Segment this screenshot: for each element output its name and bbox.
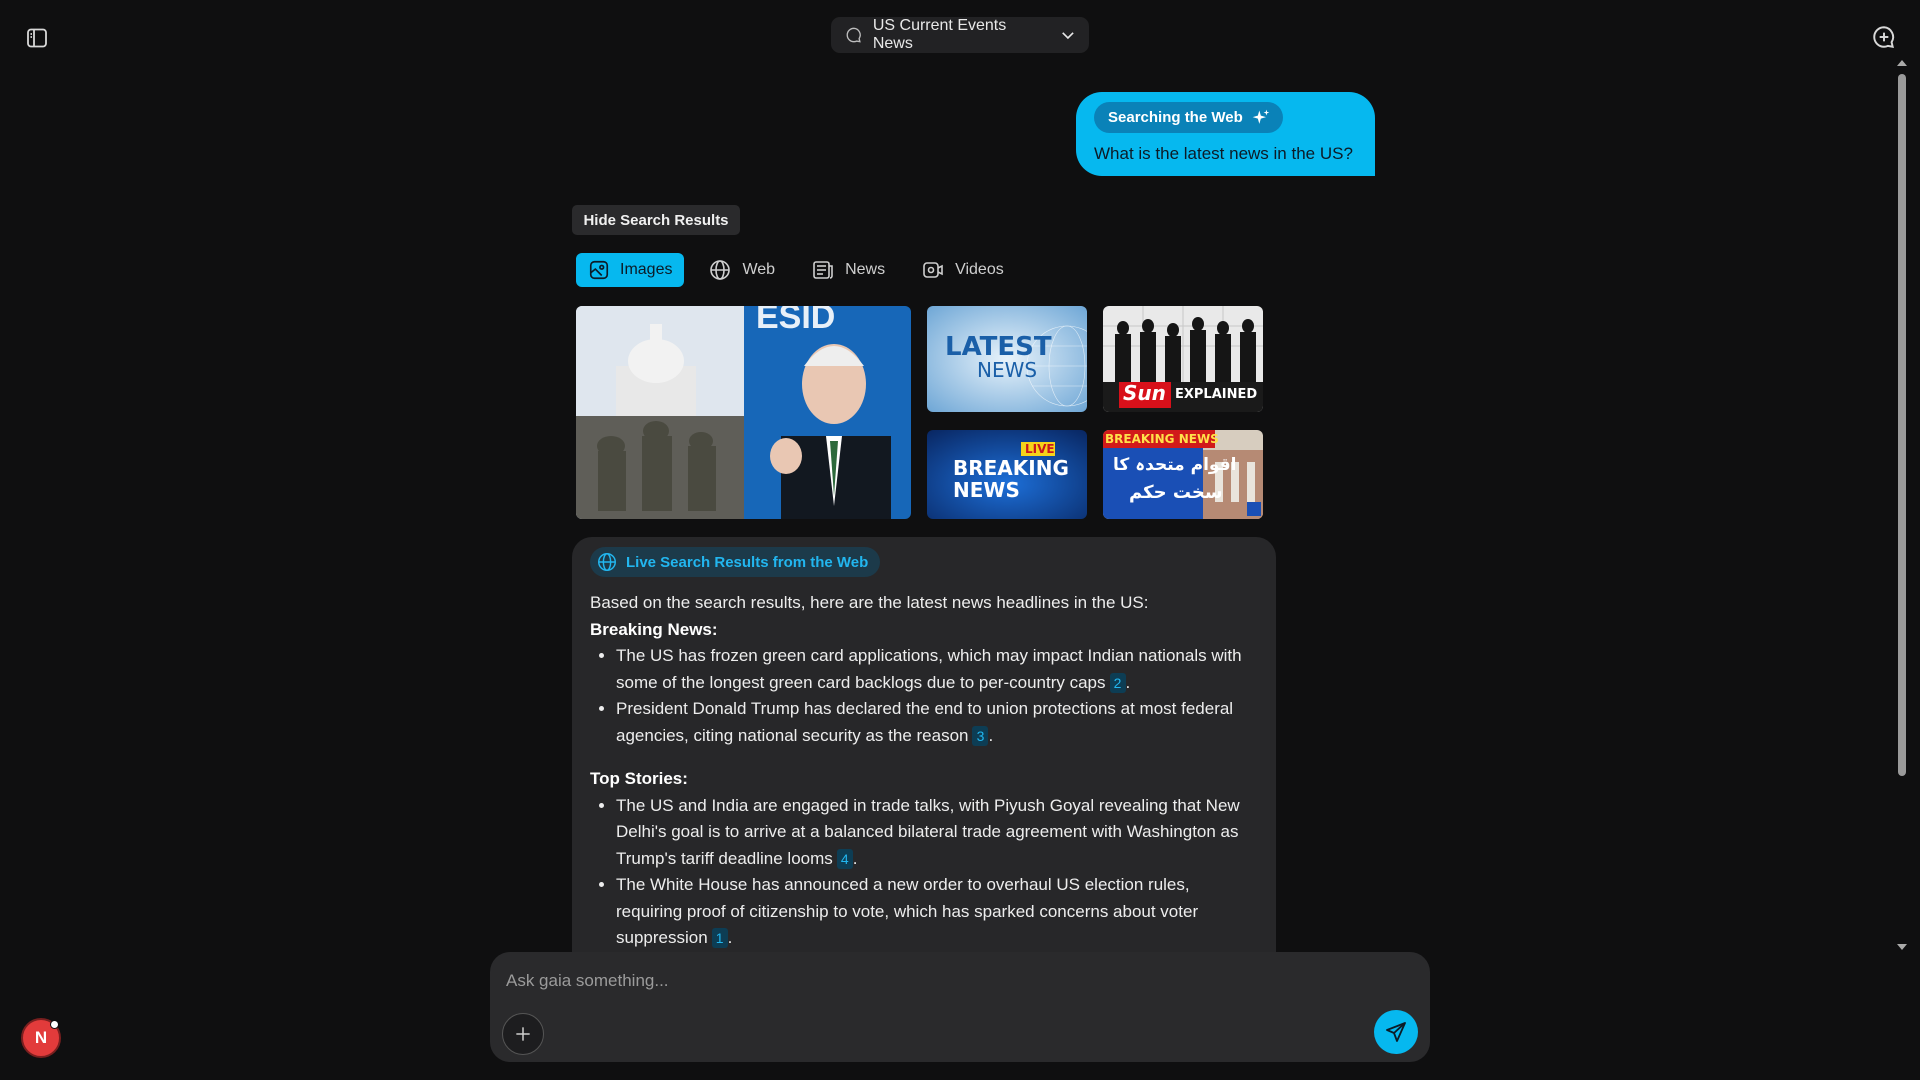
top-stories-list: The US and India are engaged in trade ta… [590,793,1258,952]
citation-link[interactable]: 3 [972,725,989,746]
image-result-latest-news[interactable]: LATEST NEWS [927,306,1087,412]
answer-body: Based on the search results, here are th… [590,590,1258,952]
attach-button[interactable] [502,1013,544,1055]
tab-images[interactable]: Images [576,253,685,287]
list-item-text: The US and India are engaged in trade ta… [616,795,1240,868]
urdu-headline-line-2: سخت حکم [1129,482,1223,503]
breaking-text: BREAKING [953,456,1069,480]
image-icon [589,260,609,280]
image-result-sun-explained[interactable]: Sun EXPLAINED [1103,306,1263,412]
explained-text: EXPLAINED [1175,387,1258,402]
new-chat-button[interactable] [1869,22,1899,52]
tab-videos-label: Videos [955,261,1004,278]
user-question-text: What is the latest news in the US? [1094,144,1353,163]
sidebar-toggle-button[interactable] [22,23,52,53]
image-result-capitol-biden[interactable]: ESID [576,306,911,519]
message-input[interactable] [506,966,1366,996]
user-avatar[interactable]: N [21,1018,61,1058]
sparkle-icon [1252,109,1270,124]
scrollbar-thumb[interactable] [1898,74,1906,776]
notification-dot [50,1020,59,1029]
urdu-breaking-news-text: BREAKING NEWS [1105,432,1219,446]
scroll-down-arrow[interactable] [1897,944,1907,950]
user-message-bubble: Searching the Web What is the latest new… [1076,92,1375,176]
section-heading: Breaking News: [590,619,718,639]
message-composer [490,952,1430,1062]
image-result-live-breaking-news[interactable]: LIVE BREAKING NEWS [927,430,1087,519]
list-item: The White House has announced a new orde… [616,872,1258,952]
svg-text:ESID: ESID [756,306,835,336]
section-heading: Top Stories: [590,769,688,788]
tab-images-label: Images [620,261,673,278]
list-item: The US and India are engaged in trade ta… [616,793,1258,873]
urdu-headline-line-1: اقوام متحدہ کا [1113,455,1237,475]
chat-scrollbar[interactable] [1896,58,1908,952]
send-button[interactable] [1374,1010,1418,1054]
answer-intro: Based on the search results, here are th… [590,593,1149,612]
video-icon [923,262,943,278]
search-mode-label: Searching the Web [1108,109,1243,126]
globe-icon [598,553,616,571]
live-search-source-pill: Live Search Results from the Web [590,547,881,577]
list-item: President Donald Trump has declared the … [616,696,1258,749]
live-text: LIVE [1025,442,1055,456]
avatar-initial: N [34,1028,48,1047]
image-result-urdu-breaking-news[interactable]: BREAKING NEWS اقوام متحدہ کا سخت حکم [1103,430,1263,519]
latest-news-text: NEWS [977,358,1038,382]
search-result-tabs: Images Web News Videos [576,253,1028,287]
tab-news[interactable]: News [799,253,897,287]
tab-web[interactable]: Web [696,253,787,287]
assistant-answer-card: Live Search Results from the Web Based o… [572,537,1276,952]
live-search-source-label: Live Search Results from the Web [626,553,869,571]
citation-link[interactable]: 1 [711,928,728,948]
chat-title: US Current Events News [872,17,1007,52]
new-chat-icon [1873,26,1895,48]
chat-title-dropdown[interactable]: US Current Events News [831,17,1089,53]
list-item-text: President Donald Trump has declared the … [616,699,1234,745]
tab-news-label: News [845,261,886,278]
search-mode-badge: Searching the Web [1094,102,1283,133]
plus-icon [516,1027,530,1041]
chevron-down-icon [1062,32,1074,40]
scroll-up-arrow[interactable] [1897,60,1907,66]
list-item-text: The White House has announced a new orde… [616,875,1199,947]
list-item-text: The US has frozen green card application… [616,646,1242,692]
list-item: The US has frozen green card application… [616,643,1258,696]
citation-link[interactable]: 4 [836,848,853,869]
tab-web-label: Web [742,261,776,278]
tab-videos[interactable]: Videos [909,253,1016,287]
newspaper-icon [813,261,833,279]
sun-text: Sun [1123,381,1166,405]
hide-search-results-button[interactable]: Hide Search Results [572,205,740,235]
news-text: NEWS [953,478,1020,502]
globe-icon [710,260,731,280]
send-icon [1386,1022,1406,1042]
chat-bubble-icon [846,27,861,43]
breaking-news-list: The US has frozen green card application… [590,643,1258,749]
sidebar-icon [27,28,47,48]
citation-link[interactable]: 2 [1109,672,1126,693]
